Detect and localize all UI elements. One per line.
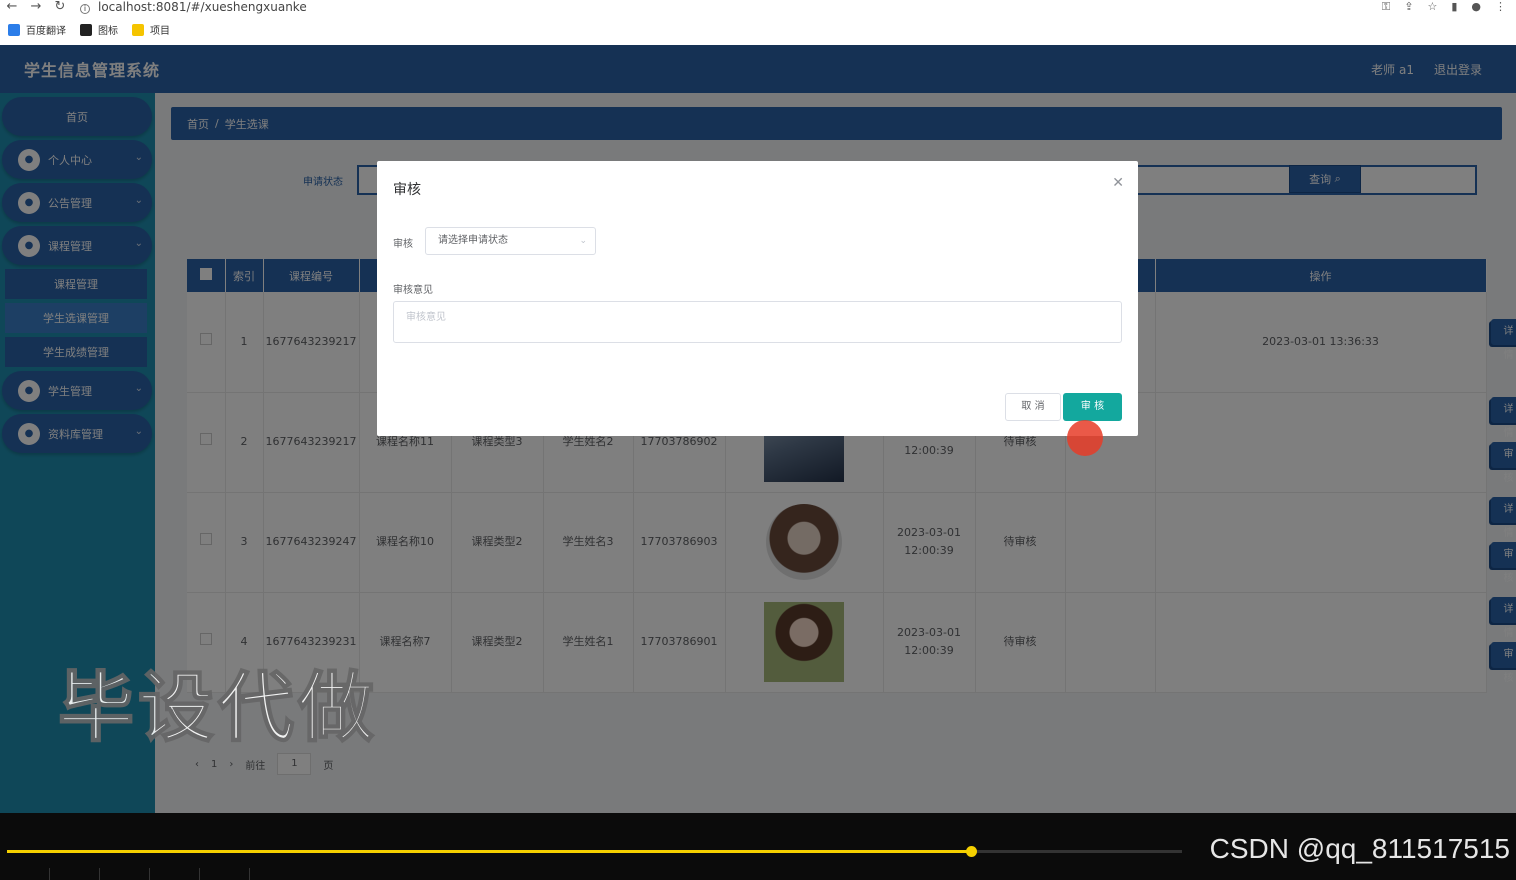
address-bar[interactable]: i localhost:8081/#/xueshengxuanke (72, 1, 1382, 14)
progress-handle[interactable] (965, 846, 977, 857)
folder-icon (132, 23, 144, 36)
url-text: localhost:8081/#/xueshengxuanke (98, 0, 307, 14)
watermark-text: 毕设代做 (57, 662, 378, 753)
star-icon[interactable]: ☆ (1427, 0, 1437, 14)
review-comment-label: 审核意见 (393, 285, 433, 296)
review-comment-textarea[interactable]: 审核意见 (393, 301, 1122, 343)
player-controls (0, 868, 260, 880)
sidepanel-icon[interactable]: ▮ (1451, 0, 1457, 14)
bookmark-item[interactable]: 项目 (132, 22, 170, 37)
bookmark-item[interactable]: 百度翻译 (8, 22, 66, 37)
bookmark-label: 图标 (98, 26, 118, 37)
reload-icon[interactable]: ↻ (48, 0, 72, 13)
progress-track[interactable] (7, 846, 1182, 857)
key-icon[interactable]: ⚿ (1382, 0, 1390, 14)
share-icon[interactable]: ⇪ (1404, 0, 1413, 14)
review-comment-placeholder: 审核意见 (406, 312, 446, 323)
review-status-label: 审核 (393, 239, 413, 250)
image-icon (80, 23, 92, 36)
video-player-bar: CSDN @qq_811517515 (0, 813, 1516, 880)
bookmarks-bar: 百度翻译 图标 项目 (0, 14, 1516, 45)
confirm-review-button[interactable]: 审 核 (1063, 393, 1122, 421)
translate-icon (8, 23, 20, 36)
credit-text: CSDN @qq_811517515 (1209, 833, 1510, 864)
chevron-down-icon: ⌄ (579, 236, 587, 246)
review-status-placeholder: 请选择申请状态 (438, 235, 508, 246)
review-status-select[interactable]: 请选择申请状态 ⌄ (425, 227, 596, 255)
bookmark-label: 百度翻译 (26, 26, 66, 37)
info-icon[interactable]: i (80, 3, 90, 14)
progress-fill (7, 850, 971, 853)
browser-actions: ⚿ ⇪ ☆ ▮ ● ⋮ (1382, 0, 1516, 14)
bookmark-item[interactable]: 图标 (80, 22, 118, 37)
forward-icon[interactable]: → (24, 0, 48, 13)
browser-chrome: ← → ↻ i localhost:8081/#/xueshengxuanke ⚿… (0, 0, 1516, 45)
close-icon[interactable]: ✕ (1112, 175, 1124, 191)
review-dialog: 审核 ✕ 审核 请选择申请状态 ⌄ 审核意见 审核意见 取 消 审 核 (377, 161, 1138, 436)
bookmark-label: 项目 (150, 26, 170, 37)
address-row: ← → ↻ i localhost:8081/#/xueshengxuanke ⚿… (0, 0, 1516, 14)
dialog-title: 审核 (393, 182, 421, 198)
back-icon[interactable]: ← (0, 0, 24, 13)
cancel-button[interactable]: 取 消 (1005, 393, 1061, 421)
click-indicator (1067, 420, 1103, 456)
menu-icon[interactable]: ⋮ (1495, 0, 1506, 14)
profile-icon[interactable]: ● (1471, 0, 1481, 14)
